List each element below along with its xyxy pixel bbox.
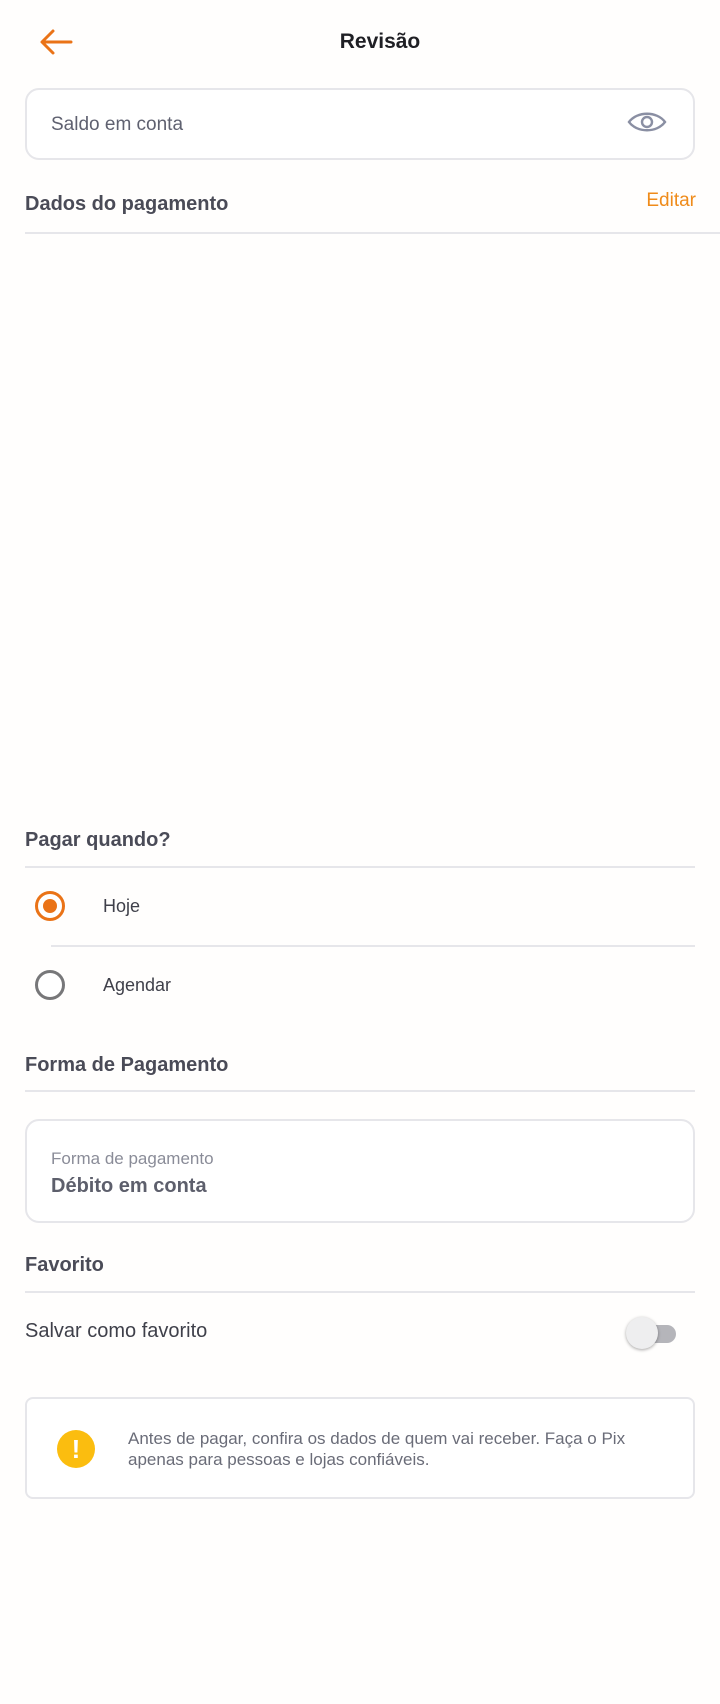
radio-option-hoje[interactable]: Hoje — [25, 872, 695, 942]
pay-when-title: Pagar quando? — [25, 829, 171, 851]
balance-card: Saldo em conta — [25, 88, 695, 160]
favorite-title: Favorito — [25, 1254, 104, 1276]
payment-data-title: Dados do pagamento — [25, 193, 229, 215]
edit-payment-link[interactable]: Editar — [646, 190, 696, 212]
save-favorite-label: Salvar como favorito — [25, 1320, 208, 1342]
toggle-balance-visibility-button[interactable] — [627, 109, 667, 139]
save-favorite-toggle[interactable] — [626, 1316, 678, 1350]
eye-icon — [627, 109, 667, 140]
payment-method-caption: Forma de pagamento — [51, 1149, 214, 1168]
divider — [51, 945, 695, 947]
warning-icon: ! — [57, 1430, 95, 1468]
radio-selected-icon — [35, 891, 65, 921]
page-title: Revisão — [339, 30, 421, 53]
radio-unselected-icon — [35, 970, 65, 1000]
payment-method-title: Forma de Pagamento — [25, 1054, 229, 1076]
payment-method-value: Débito em conta — [51, 1175, 207, 1197]
radio-option-agendar[interactable]: Agendar — [25, 951, 695, 1021]
balance-label: Saldo em conta — [51, 114, 184, 135]
warning-text: Antes de pagar, confira os dados de quem… — [128, 1429, 626, 1469]
divider — [25, 1291, 695, 1293]
divider — [25, 232, 720, 234]
radio-label: Hoje — [103, 896, 141, 916]
warning-card: ! Antes de pagar, confira os dados de qu… — [25, 1397, 695, 1499]
divider — [25, 1090, 695, 1092]
radio-label: Agendar — [103, 975, 172, 995]
payment-method-card[interactable]: Forma de pagamento Débito em conta — [25, 1119, 695, 1223]
divider — [25, 866, 695, 868]
